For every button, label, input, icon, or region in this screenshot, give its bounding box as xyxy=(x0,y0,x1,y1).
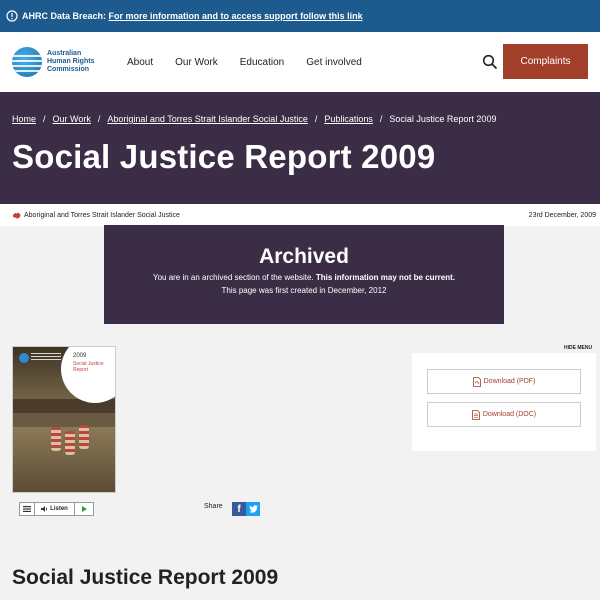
facebook-icon[interactable]: f xyxy=(232,502,246,516)
downloads-panel: Download (PDF) Download (DOC) xyxy=(412,353,596,451)
hide-menu-toggle[interactable]: HIDE MENU xyxy=(564,345,592,351)
page-hero: Home / Our Work / Aboriginal and Torres … xyxy=(0,92,600,204)
main-nav: About Our Work Education Get involved xyxy=(127,57,384,68)
pdf-file-icon xyxy=(472,376,481,387)
logo-text: Australian Human Rights Commission xyxy=(47,50,95,73)
cover-title-line2: Report xyxy=(73,367,89,373)
download-doc-button[interactable]: Download (DOC) xyxy=(427,402,581,427)
cover-year: 2009 xyxy=(73,353,87,359)
listen-button[interactable]: Listen xyxy=(35,503,75,515)
menu-icon[interactable] xyxy=(20,503,35,515)
doc-file-icon xyxy=(471,409,480,420)
content-heading: Social Justice Report 2009 xyxy=(12,566,279,589)
site-logo[interactable]: Australian Human Rights Commission xyxy=(12,47,105,77)
page-title: Social Justice Report 2009 xyxy=(12,138,436,175)
nav-our-work[interactable]: Our Work xyxy=(175,57,218,68)
breadcrumb-publications[interactable]: Publications xyxy=(324,114,373,124)
speaker-icon xyxy=(41,506,48,512)
search-icon[interactable] xyxy=(482,54,498,70)
breadcrumb: Home / Our Work / Aboriginal and Torres … xyxy=(12,114,497,124)
twitter-icon[interactable] xyxy=(246,502,260,516)
warning-icon xyxy=(6,10,18,22)
alert-title: AHRC Data Breach: xyxy=(22,11,107,21)
archived-notice: Archived You are in an archived section … xyxy=(104,225,504,324)
alert-link[interactable]: For more information and to access suppo… xyxy=(109,11,363,21)
breadcrumb-social-justice[interactable]: Aboriginal and Torres Strait Islander So… xyxy=(107,114,307,124)
share-label: Share xyxy=(204,503,223,510)
archived-heading: Archived xyxy=(259,245,349,268)
report-cover-image: 2009 Social Justice Report xyxy=(12,346,116,493)
breadcrumb-current: Social Justice Report 2009 xyxy=(389,114,497,124)
nav-get-involved[interactable]: Get involved xyxy=(306,57,362,68)
australia-map-icon xyxy=(13,212,21,218)
download-pdf-button[interactable]: Download (PDF) xyxy=(427,369,581,394)
complaints-button[interactable]: Complaints xyxy=(503,44,588,79)
breadcrumb-home[interactable]: Home xyxy=(12,114,36,124)
archived-message: You are in an archived section of the we… xyxy=(152,273,456,282)
breadcrumb-our-work[interactable]: Our Work xyxy=(53,114,91,124)
publish-date: 23rd December, 2009 xyxy=(528,211,596,219)
meta-bar: Aboriginal and Torres Strait Islander So… xyxy=(0,204,600,226)
listen-widget[interactable]: Listen xyxy=(19,502,94,516)
site-header: Australian Human Rights Commission About… xyxy=(0,32,600,92)
archived-created-date: This page was first created in December,… xyxy=(221,286,387,295)
alert-banner: AHRC Data Breach: For more information a… xyxy=(0,0,600,32)
nav-education[interactable]: Education xyxy=(240,57,284,68)
nav-about[interactable]: About xyxy=(127,57,153,68)
category-tag[interactable]: Aboriginal and Torres Strait Islander So… xyxy=(12,212,180,219)
play-icon[interactable] xyxy=(75,506,93,512)
globe-logo-icon xyxy=(12,47,42,77)
